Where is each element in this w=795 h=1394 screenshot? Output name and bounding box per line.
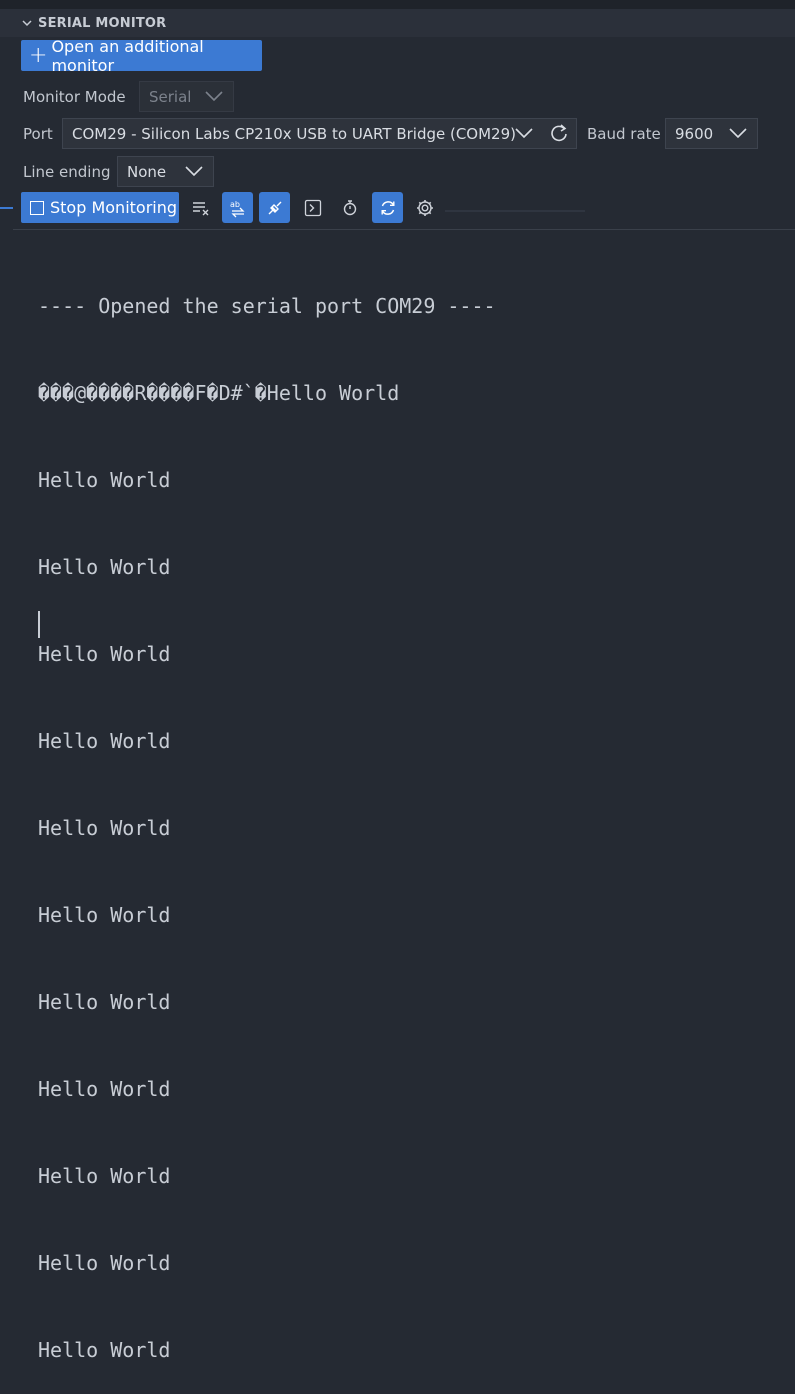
- terminal-button[interactable]: [297, 192, 328, 223]
- output-line: Hello World: [38, 1077, 171, 1101]
- ghost-divider: [445, 210, 585, 212]
- line-ending-select[interactable]: None: [117, 156, 214, 187]
- output-line: Hello World: [38, 990, 171, 1014]
- line-ending-label: Line ending: [23, 163, 111, 181]
- output-line: Hello World: [38, 816, 171, 840]
- open-monitor-label: Open an additional monitor: [51, 36, 204, 75]
- baud-rate-label: Baud rate: [587, 125, 661, 143]
- clear-output-button[interactable]: [185, 192, 216, 223]
- output-line: Hello World: [38, 1164, 171, 1188]
- toolbar-divider: [13, 229, 795, 230]
- chevron-down-icon: [185, 166, 203, 177]
- baud-rate-value: 9600: [675, 124, 714, 143]
- output-line: Hello World: [38, 642, 171, 666]
- auto-scroll-button[interactable]: [372, 192, 403, 223]
- baud-rate-select[interactable]: 9600: [665, 118, 758, 149]
- panel-title: SERIAL MONITOR: [38, 15, 167, 31]
- top-strip: [0, 0, 795, 9]
- toggle-timestamp-button[interactable]: [259, 192, 290, 223]
- sync-icon: [381, 200, 394, 215]
- refresh-icon[interactable]: [548, 122, 570, 144]
- plug-icon: [268, 201, 281, 214]
- output-line: Hello World: [38, 729, 171, 753]
- text-cursor: [38, 611, 40, 638]
- gear-icon: [416, 199, 433, 216]
- output-line: Hello World: [38, 903, 171, 927]
- port-label: Port: [23, 125, 53, 143]
- timestamp-button[interactable]: [334, 192, 365, 223]
- stop-monitoring-button[interactable]: Stop Monitoring: [21, 192, 179, 223]
- settings-button[interactable]: [409, 192, 440, 223]
- serial-output[interactable]: ---- Opened the serial port COM29 ---- �…: [38, 234, 496, 1394]
- output-line: Hello World: [38, 1251, 171, 1275]
- open-additional-monitor-button[interactable]: + Open an additional monitor: [21, 37, 262, 75]
- terminal-icon: [304, 199, 321, 216]
- port-value: COM29 - Silicon Labs CP210x USB to UART …: [72, 124, 516, 143]
- monitor-mode-value: Serial: [149, 87, 192, 106]
- chevron-down-icon: [729, 128, 747, 139]
- plus-icon: +: [29, 42, 48, 68]
- output-line: ���@����R����F�D#`�Hello World: [38, 381, 400, 405]
- toggle-text-hex-button[interactable]: ab: [222, 192, 253, 223]
- serial-monitor-header[interactable]: SERIAL MONITOR: [0, 9, 795, 37]
- chevron-down-icon: [515, 128, 533, 139]
- output-line: Hello World: [38, 468, 171, 492]
- svg-text:ab: ab: [230, 200, 240, 209]
- chevron-down-icon: [22, 20, 32, 27]
- text-swap-icon: ab: [230, 200, 245, 217]
- active-accent: [0, 207, 13, 209]
- stop-square-icon: [30, 200, 44, 215]
- monitor-mode-select[interactable]: Serial: [139, 81, 234, 112]
- output-line: Hello World: [38, 1338, 171, 1362]
- output-line: ---- Opened the serial port COM29 ----: [38, 294, 496, 318]
- stopwatch-icon: [343, 199, 356, 215]
- port-select[interactable]: COM29 - Silicon Labs CP210x USB to UART …: [62, 118, 577, 149]
- monitor-mode-label: Monitor Mode: [23, 88, 126, 106]
- chevron-down-icon: [205, 91, 223, 102]
- stop-monitoring-label: Stop Monitoring: [50, 198, 178, 217]
- clear-all-icon: [192, 201, 208, 215]
- line-ending-value: None: [127, 162, 167, 181]
- output-line: Hello World: [38, 555, 171, 579]
